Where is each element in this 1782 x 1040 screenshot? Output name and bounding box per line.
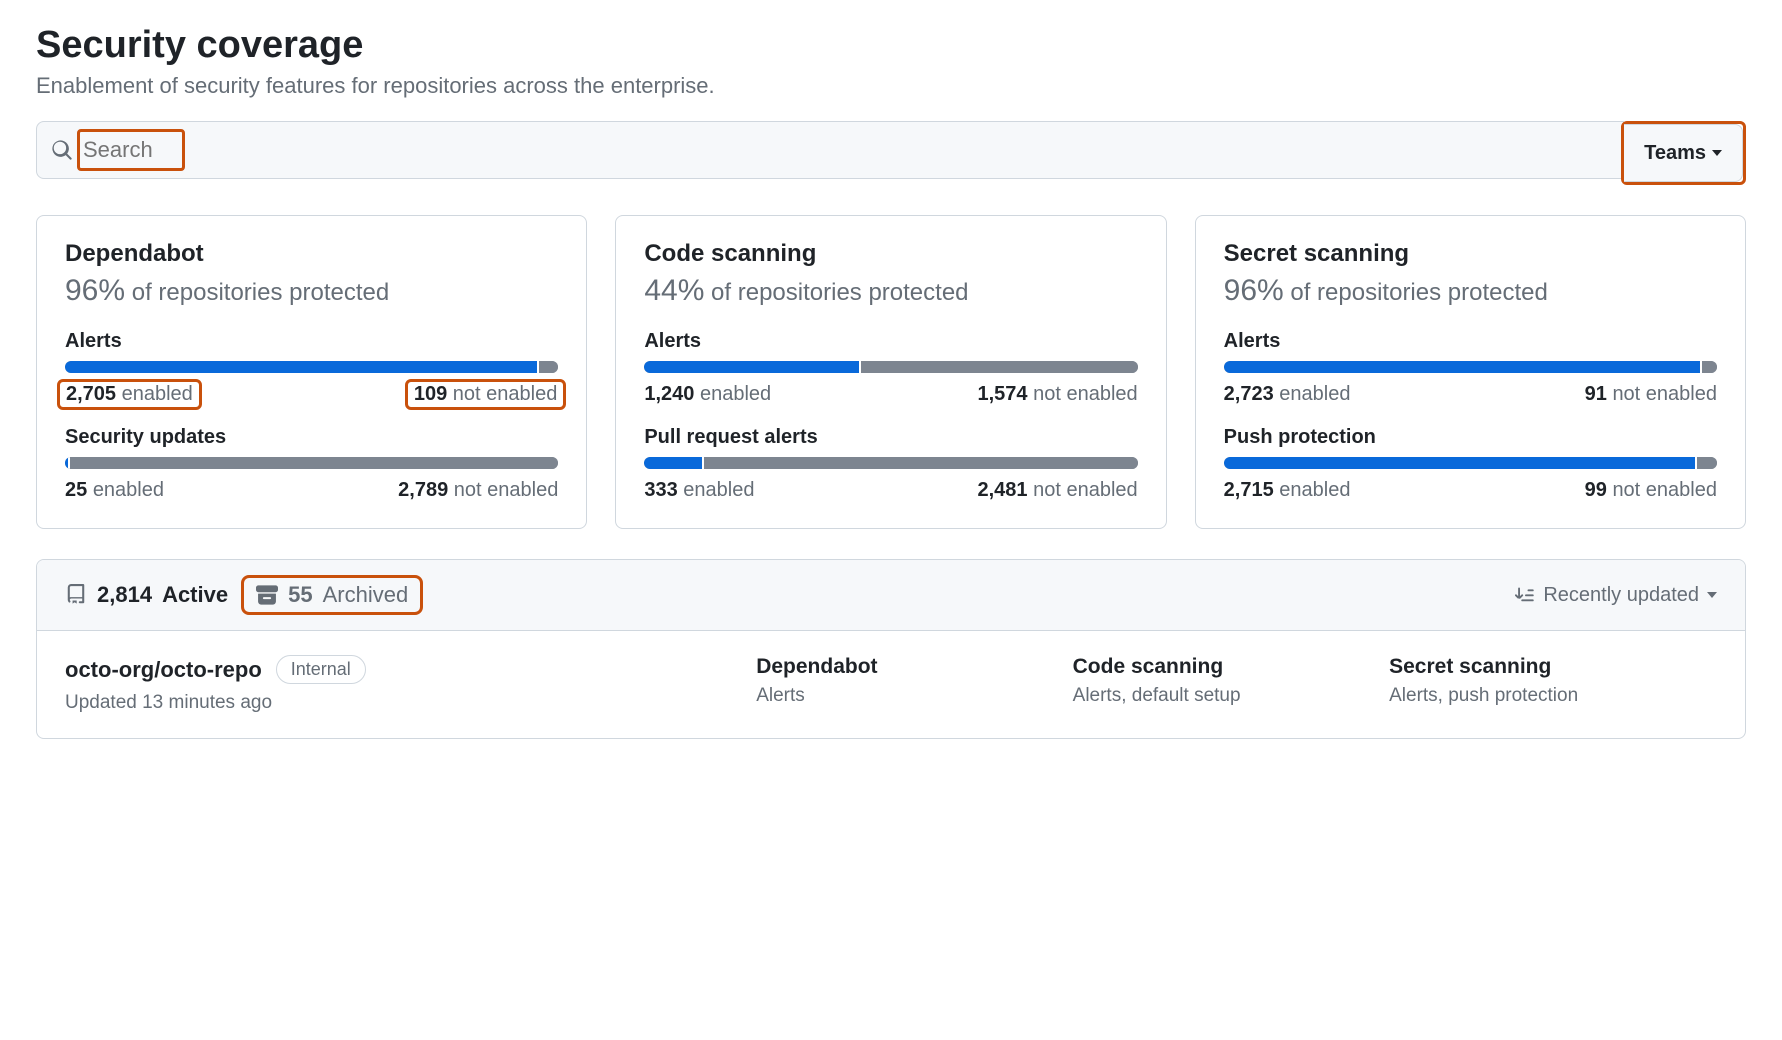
enabled-count: 333 — [644, 479, 677, 501]
search-row: Teams — [36, 121, 1746, 185]
page-subtitle: Enablement of security features for repo… — [36, 73, 1746, 99]
sort-label: Recently updated — [1543, 584, 1699, 607]
repo-icon — [65, 584, 87, 606]
pct-value: 96% — [1224, 274, 1284, 307]
active-count: 2,814 — [97, 582, 152, 608]
alerts-label: Alerts — [65, 330, 558, 353]
page-title: Security coverage — [36, 24, 1746, 67]
card-code-scanning: Code scanning 44% of repositories protec… — [615, 215, 1166, 529]
card-pct-row: 44% of repositories protected — [644, 274, 1137, 308]
tab-active[interactable]: 2,814 Active — [65, 582, 228, 608]
search-input[interactable] — [83, 137, 175, 163]
pr-alerts-counts: 333 enabled 2,481 not enabled — [644, 479, 1137, 502]
pct-suffix: of repositories protected — [711, 279, 968, 306]
archived-label: Archived — [323, 582, 409, 608]
col-sub: Alerts, push protection — [1389, 685, 1717, 707]
alerts-bar — [1224, 361, 1717, 373]
not-enabled-count: 2,789 — [398, 479, 448, 501]
enabled-count: 2,705 — [66, 383, 116, 405]
archived-count: 55 — [288, 582, 312, 608]
caret-down-icon — [1707, 592, 1717, 598]
not-enabled-count: 99 — [1585, 479, 1607, 501]
search-icon — [51, 139, 73, 161]
sort-dropdown[interactable]: Recently updated — [1515, 584, 1717, 607]
pct-suffix: of repositories protected — [132, 279, 389, 306]
repo-name[interactable]: octo-org/octo-repo — [65, 657, 262, 683]
pr-alerts-label: Pull request alerts — [644, 426, 1137, 449]
repo-panel: 2,814 Active 55 Archived Recently update… — [36, 559, 1746, 739]
not-enabled-count: 1,574 — [977, 383, 1027, 405]
pr-alerts-bar — [644, 457, 1137, 469]
pct-value: 96% — [65, 274, 125, 307]
alerts-bar — [65, 361, 558, 373]
col-title: Secret scanning — [1389, 655, 1717, 679]
teams-label: Teams — [1644, 142, 1706, 165]
repo-updated: Updated 13 minutes ago — [65, 692, 744, 714]
highlight-archived: 55 Archived — [241, 575, 423, 615]
pct-value: 44% — [644, 274, 704, 307]
col-sub: Alerts, default setup — [1073, 685, 1377, 707]
col-sub: Alerts — [756, 685, 1060, 707]
sort-icon — [1515, 585, 1535, 605]
col-dependabot: Dependabot Alerts — [756, 655, 1060, 707]
search-box[interactable] — [36, 121, 1624, 179]
coverage-cards: Dependabot 96% of repositories protected… — [36, 215, 1746, 529]
search-input-rest[interactable] — [175, 137, 1609, 163]
highlight-enabled: 2,705 enabled — [57, 379, 202, 410]
col-code-scanning: Code scanning Alerts, default setup — [1073, 655, 1377, 707]
security-updates-counts: 25 enabled 2,789 not enabled — [65, 479, 558, 502]
enabled-count: 1,240 — [644, 383, 694, 405]
visibility-badge: Internal — [276, 655, 366, 684]
col-title: Code scanning — [1073, 655, 1377, 679]
not-enabled-count: 2,481 — [977, 479, 1027, 501]
card-pct-row: 96% of repositories protected — [1224, 274, 1717, 308]
repo-tabs: 2,814 Active 55 Archived — [65, 582, 408, 608]
security-updates-bar — [65, 457, 558, 469]
archive-icon — [256, 584, 278, 606]
alerts-label: Alerts — [1224, 330, 1717, 353]
enabled-count: 2,723 — [1224, 383, 1274, 405]
pct-suffix: of repositories protected — [1290, 279, 1547, 306]
enabled-count: 25 — [65, 479, 87, 501]
card-secret-scanning: Secret scanning 96% of repositories prot… — [1195, 215, 1746, 529]
teams-dropdown[interactable]: Teams — [1624, 124, 1743, 182]
active-label: Active — [162, 582, 228, 608]
repo-info: octo-org/octo-repo Internal Updated 13 m… — [65, 655, 744, 714]
push-protection-bar — [1224, 457, 1717, 469]
push-protection-counts: 2,715 enabled 99 not enabled — [1224, 479, 1717, 502]
not-enabled-count: 109 — [414, 383, 447, 405]
alerts-counts: 2,705 enabled 109 not enabled — [65, 383, 558, 406]
alerts-counts: 2,723 enabled 91 not enabled — [1224, 383, 1717, 406]
tab-archived[interactable]: 55 Archived — [256, 582, 408, 608]
caret-down-icon — [1712, 150, 1722, 156]
security-updates-label: Security updates — [65, 426, 558, 449]
card-pct-row: 96% of repositories protected — [65, 274, 558, 308]
alerts-counts: 1,240 enabled 1,574 not enabled — [644, 383, 1137, 406]
repo-row[interactable]: octo-org/octo-repo Internal Updated 13 m… — [37, 631, 1745, 738]
alerts-label: Alerts — [644, 330, 1137, 353]
repo-header: 2,814 Active 55 Archived Recently update… — [37, 560, 1745, 631]
col-secret-scanning: Secret scanning Alerts, push protection — [1389, 655, 1717, 707]
highlight-teams: Teams — [1621, 121, 1746, 185]
enabled-count: 2,715 — [1224, 479, 1274, 501]
col-title: Dependabot — [756, 655, 1060, 679]
card-title: Dependabot — [65, 240, 558, 268]
card-title: Secret scanning — [1224, 240, 1717, 268]
not-enabled-count: 91 — [1585, 383, 1607, 405]
card-title: Code scanning — [644, 240, 1137, 268]
highlight-not-enabled: 109 not enabled — [405, 379, 566, 410]
push-protection-label: Push protection — [1224, 426, 1717, 449]
alerts-bar — [644, 361, 1137, 373]
card-dependabot: Dependabot 96% of repositories protected… — [36, 215, 587, 529]
